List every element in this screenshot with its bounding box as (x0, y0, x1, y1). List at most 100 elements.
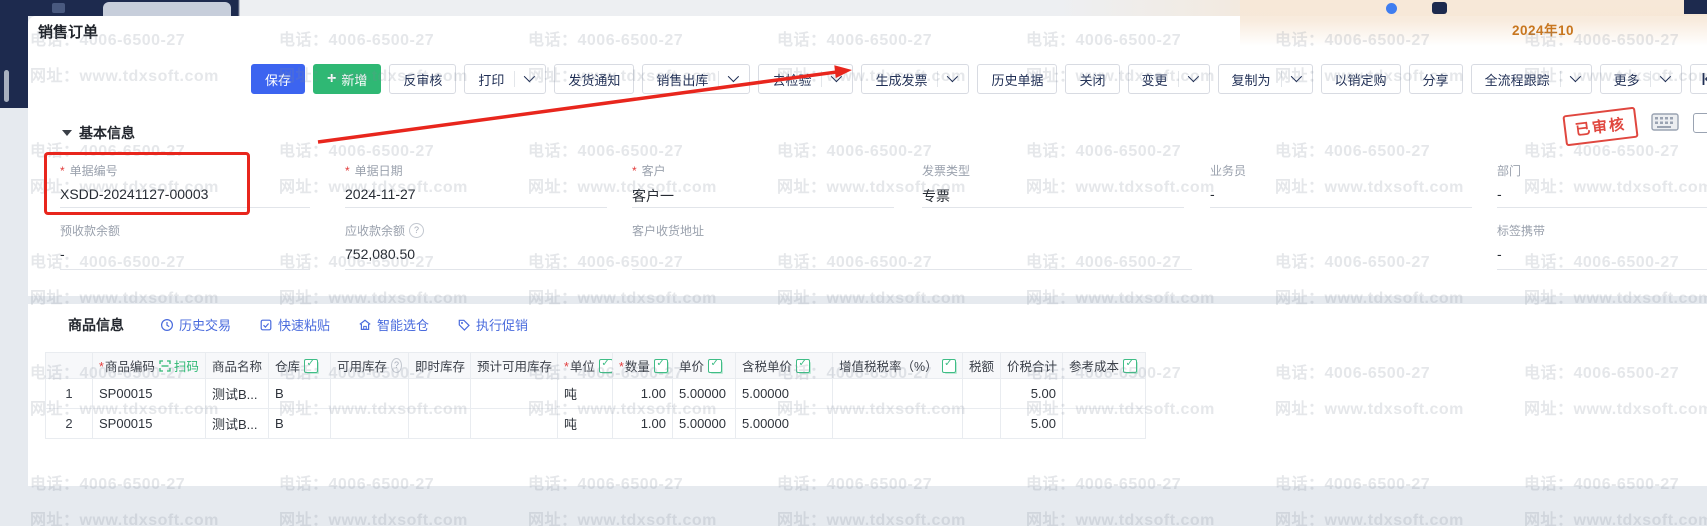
cell-vat-rate[interactable] (833, 379, 963, 409)
keyboard-icon[interactable] (1651, 112, 1679, 137)
chevron-down-icon[interactable] (524, 71, 535, 82)
chevron-down-icon[interactable] (1187, 71, 1198, 82)
col-available-stock[interactable]: 可用库存 (331, 353, 409, 379)
batch-edit-icon[interactable] (796, 359, 810, 373)
col-unit[interactable]: 单位 (558, 353, 613, 379)
cell-warehouse[interactable]: B (269, 409, 331, 439)
chevron-down-icon[interactable] (831, 71, 842, 82)
save-button[interactable]: 保存 (251, 64, 305, 94)
generate-invoice-button[interactable]: 生成发票 (861, 64, 969, 94)
cell-name[interactable]: 测试B... (206, 409, 269, 439)
cell-vat-rate[interactable] (833, 409, 963, 439)
field-shipping-address[interactable]: 客户收货地址 (632, 222, 1192, 270)
more-button[interactable]: 更多 (1600, 64, 1682, 94)
cell-qty[interactable]: 1.00 (613, 379, 673, 409)
extension-icon[interactable] (1432, 2, 1447, 14)
cell-expected[interactable] (471, 409, 558, 439)
cell-code[interactable]: SP00015 (93, 409, 206, 439)
cell-total[interactable]: 5.00 (1001, 379, 1063, 409)
basic-info-section-header[interactable]: 基本信息 (62, 123, 135, 143)
chevron-down-icon[interactable] (1659, 71, 1670, 82)
cell-name[interactable]: 测试B... (206, 379, 269, 409)
cell-tax[interactable] (963, 379, 1001, 409)
batch-edit-icon[interactable] (654, 359, 668, 373)
scrollbar-thumb[interactable] (4, 70, 9, 102)
list-icon[interactable] (1693, 113, 1707, 133)
cell-tax-price[interactable]: 5.00000 (736, 379, 833, 409)
browser-tab[interactable] (103, 2, 231, 16)
col-tax-price[interactable]: 含税单价 (736, 353, 833, 379)
cell-code[interactable]: SP00015 (93, 379, 206, 409)
delivery-notice-button[interactable]: 发货通知 (554, 64, 634, 94)
history-trade-link[interactable]: 历史交易 (160, 315, 231, 334)
field-receivable-balance[interactable]: 应收款余额 752,080.50 (345, 222, 607, 270)
share-button[interactable]: 分享 (1409, 64, 1463, 94)
col-product-name[interactable]: 商品名称 (206, 353, 269, 379)
cell-ref-cost[interactable] (1063, 409, 1146, 439)
smart-warehouse-link[interactable]: 智能选仓 (358, 315, 429, 334)
cell-warehouse[interactable]: B (269, 379, 331, 409)
window-icon[interactable] (52, 3, 65, 13)
unapprove-button[interactable]: 反审核 (389, 64, 456, 94)
purchase-by-sales-button[interactable]: 以销定购 (1321, 64, 1401, 94)
cell-tax[interactable] (963, 409, 1001, 439)
col-vat-rate[interactable]: 增值税税率（%） (833, 353, 963, 379)
cell-available[interactable] (331, 379, 409, 409)
col-product-code[interactable]: 商品编码扫码 (93, 353, 206, 379)
col-total[interactable]: 价税合计 (1001, 353, 1063, 379)
run-promotion-link[interactable]: 执行促销 (457, 315, 528, 334)
cell-available[interactable] (331, 409, 409, 439)
col-tax[interactable]: 税额 (963, 353, 1001, 379)
col-expected-stock[interactable]: 预计可用库存 (471, 353, 558, 379)
batch-edit-icon[interactable] (942, 359, 956, 373)
cell-price[interactable]: 5.00000 (673, 409, 736, 439)
cell-price[interactable]: 5.00000 (673, 379, 736, 409)
cell-qty[interactable]: 1.00 (613, 409, 673, 439)
history-docs-button[interactable]: 历史单据 (977, 64, 1057, 94)
print-button[interactable]: 打印 (464, 64, 546, 94)
field-invoice-type[interactable]: 发票类型 专票 (922, 162, 1184, 208)
chevron-down-icon[interactable] (947, 71, 958, 82)
cell-unit[interactable]: 吨 (558, 379, 613, 409)
field-department[interactable]: 部门 - (1497, 162, 1707, 208)
field-order-no[interactable]: 单据编号 XSDD-20241127-00003 (60, 162, 310, 208)
help-icon[interactable] (409, 223, 424, 238)
chevron-down-icon[interactable] (728, 71, 739, 82)
collapse-triangle-icon[interactable] (62, 130, 72, 136)
collapse-button[interactable] (1690, 64, 1707, 94)
chevron-down-icon[interactable] (1569, 71, 1580, 82)
full-process-tracking-button[interactable]: 全流程跟踪 (1471, 64, 1592, 94)
scan-button[interactable]: 扫码 (159, 356, 199, 375)
cell-instant[interactable] (409, 379, 471, 409)
batch-edit-icon[interactable] (1123, 359, 1137, 373)
cell-ref-cost[interactable] (1063, 379, 1146, 409)
field-salesperson[interactable]: 业务员 - (1210, 162, 1472, 208)
change-button[interactable]: 变更 (1128, 64, 1210, 94)
help-icon[interactable] (391, 358, 402, 373)
field-tag-carry[interactable]: 标签携带 - (1497, 222, 1707, 270)
sales-outbound-button[interactable]: 销售出库 (642, 64, 750, 94)
cell-tax-price[interactable]: 5.00000 (736, 409, 833, 439)
cell-unit[interactable]: 吨 (558, 409, 613, 439)
batch-edit-icon[interactable] (304, 359, 318, 373)
batch-edit-icon[interactable] (599, 359, 613, 373)
to-inspection-button[interactable]: 去检验 (758, 64, 853, 94)
profile-icon[interactable] (1386, 3, 1397, 14)
field-order-date[interactable]: 单据日期 2024-11-27 (345, 162, 607, 208)
add-button[interactable]: 新增 (313, 64, 381, 94)
quick-paste-link[interactable]: 快速粘贴 (259, 315, 330, 334)
cell-expected[interactable] (471, 379, 558, 409)
col-price[interactable]: 单价 (673, 353, 736, 379)
field-customer[interactable]: 客户 客户一 (632, 162, 894, 208)
col-warehouse[interactable]: 仓库 (269, 353, 331, 379)
col-instant-stock[interactable]: 即时库存 (409, 353, 471, 379)
close-button[interactable]: 关闭 (1065, 64, 1119, 94)
field-advance-balance[interactable]: 预收款余额 - (60, 222, 310, 270)
cell-instant[interactable] (409, 409, 471, 439)
col-ref-cost[interactable]: 参考成本 (1063, 353, 1146, 379)
chevron-down-icon[interactable] (1290, 71, 1301, 82)
batch-edit-icon[interactable] (708, 359, 722, 373)
col-qty[interactable]: 数量 (613, 353, 673, 379)
cell-total[interactable]: 5.00 (1001, 409, 1063, 439)
copy-as-button[interactable]: 复制为 (1218, 64, 1313, 94)
